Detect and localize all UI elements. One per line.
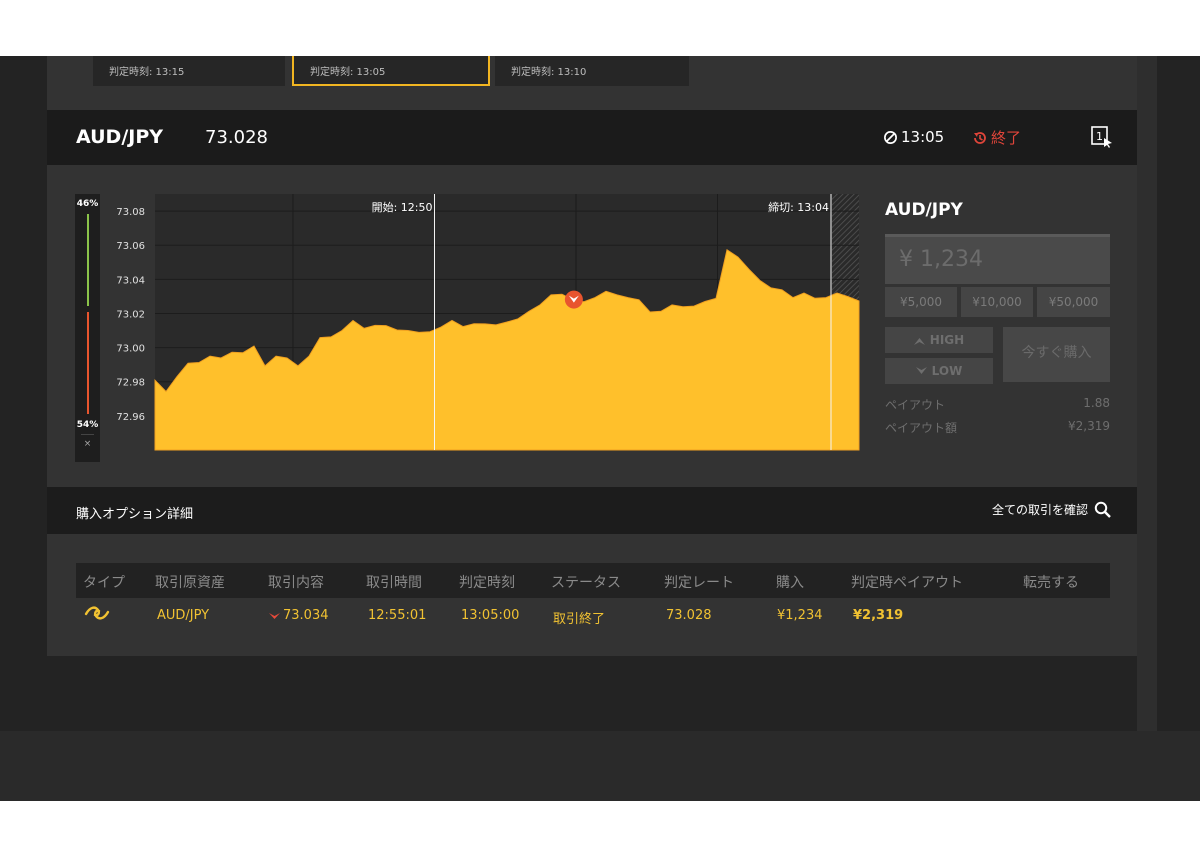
ratio-divider <box>81 434 94 435</box>
expiry-card-label: 判定時刻: 13:05 <box>310 67 386 78</box>
cell-asset: AUD/JPY <box>157 608 210 623</box>
col-judge-rate: 判定レート <box>664 575 734 591</box>
status-ended: 終了 <box>972 127 1021 148</box>
y-tick-label: 73.06 <box>116 241 145 252</box>
quick-amount-5000[interactable]: ¥5,000 <box>885 287 957 317</box>
y-tick-label: 73.04 <box>116 275 145 286</box>
price-chart: 73.0873.0673.0473.0273.0072.9872.9612:45… <box>116 194 860 451</box>
high-low-ratio: 46% 54% × <box>75 194 100 462</box>
low-arrow-icon <box>269 612 280 619</box>
y-tick-label: 73.08 <box>116 207 145 218</box>
buy-now-button[interactable]: 今すぐ購入 <box>1003 327 1110 382</box>
expiry-time-text: 13:05 <box>901 128 945 146</box>
low-ratio-bar <box>87 312 89 414</box>
single-screen-button[interactable]: 1 <box>1091 126 1113 148</box>
expiry-card-1310[interactable]: 判定時刻: 13:10 <box>495 56 689 86</box>
payout-label: ペイアウト <box>885 398 946 412</box>
cell-judge-time: 13:05:00 <box>461 608 520 623</box>
status-ended-text: 終了 <box>991 129 1022 147</box>
cell-content-value: 73.034 <box>283 608 329 623</box>
table-row[interactable]: AUD/JPY 73.034 12:55:01 13:05:00 取引終了 73… <box>76 598 1110 633</box>
view-all-trades-link[interactable]: 全ての取引を確認 <box>992 501 1111 518</box>
end-label: 締切: 13:04 <box>768 200 829 214</box>
cell-purchase: ¥1,234 <box>777 608 823 623</box>
y-tick-label: 73.00 <box>116 344 145 355</box>
high-label: HIGH <box>929 333 965 347</box>
expiry-time: 13:05 <box>883 128 944 146</box>
trade-pair: AUD/JPY <box>885 200 963 220</box>
col-type: タイプ <box>83 575 125 591</box>
col-resell: 転売する <box>1023 575 1079 591</box>
payout-amount-label: ペイアウト額 <box>885 421 958 435</box>
col-status: ステータス <box>551 575 621 591</box>
view-all-label: 全ての取引を確認 <box>991 503 1088 517</box>
expiry-card-1315[interactable]: 判定時刻: 13:15 <box>93 56 285 86</box>
col-payout: 判定時ペイアウト <box>851 575 963 591</box>
trade-panel: 判定時刻: 13:15 判定時刻: 13:05 判定時刻: 13:10 AUD/… <box>47 56 1137 656</box>
history-icon <box>974 131 986 144</box>
col-judge-time: 判定時刻 <box>459 575 515 591</box>
cell-payout: ¥2,319 <box>853 608 904 623</box>
purchase-details-bar: 購入オプション詳細 全ての取引を確認 <box>47 487 1137 534</box>
quick-amount-50000[interactable]: ¥50,000 <box>1037 287 1110 317</box>
low-button[interactable]: LOW <box>885 358 993 384</box>
search-icon <box>1094 501 1111 518</box>
no-entry-icon <box>884 130 897 144</box>
cell-status: 取引終了 <box>553 612 606 627</box>
y-tick-label: 72.98 <box>116 378 145 389</box>
y-tick-label: 73.02 <box>116 309 145 320</box>
cell-content: 73.034 <box>269 608 329 623</box>
low-percent: 54% <box>76 420 99 430</box>
amount-input[interactable]: ¥ 1,234 <box>885 234 1110 284</box>
y-tick-label: 72.96 <box>116 412 145 423</box>
col-trade-time: 取引時間 <box>366 575 422 591</box>
expiry-card-label: 判定時刻: 13:10 <box>511 67 587 78</box>
payout-value: 1.88 <box>1083 396 1110 410</box>
high-percent: 46% <box>76 199 99 209</box>
cursor-window-icon: 1 <box>1091 126 1112 148</box>
col-purchase: 購入 <box>776 575 804 591</box>
ratio-close-button[interactable]: × <box>75 439 100 449</box>
col-content: 取引内容 <box>268 575 324 591</box>
payout-amount-value: ¥2,319 <box>1068 419 1110 433</box>
trades-table-header: タイプ 取引原資産 取引内容 取引時間 判定時刻 ステータス 判定レート 購入 … <box>76 563 1110 598</box>
right-scroll-band <box>1137 56 1157 731</box>
expiry-card-1305-selected[interactable]: 判定時刻: 13:05 <box>292 56 490 86</box>
arrow-up-icon <box>913 337 925 345</box>
quick-amount-10000[interactable]: ¥10,000 <box>961 287 1033 317</box>
arrow-down-icon <box>915 366 927 374</box>
high-ratio-bar <box>87 214 89 306</box>
high-low-type-icon <box>84 606 110 620</box>
cell-trade-time: 12:55:01 <box>368 608 427 623</box>
asset-pair: AUD/JPY <box>76 126 164 148</box>
app-frame: 判定時刻: 13:15 判定時刻: 13:05 判定時刻: 13:10 AUD/… <box>0 56 1200 801</box>
low-label: LOW <box>931 364 963 378</box>
asset-header: AUD/JPY 73.028 13:05 終了 1 <box>47 110 1137 165</box>
expiry-card-label: 判定時刻: 13:15 <box>109 67 185 78</box>
high-button[interactable]: HIGH <box>885 327 993 353</box>
current-rate: 73.028 <box>205 127 268 148</box>
cell-judge-rate: 73.028 <box>666 608 712 623</box>
start-label: 開始: 12:50 <box>372 200 433 214</box>
screen-number: 1 <box>1096 130 1103 143</box>
details-title: 購入オプション詳細 <box>76 507 194 522</box>
col-asset: 取引原資産 <box>155 575 225 591</box>
footer-band <box>0 731 1200 801</box>
